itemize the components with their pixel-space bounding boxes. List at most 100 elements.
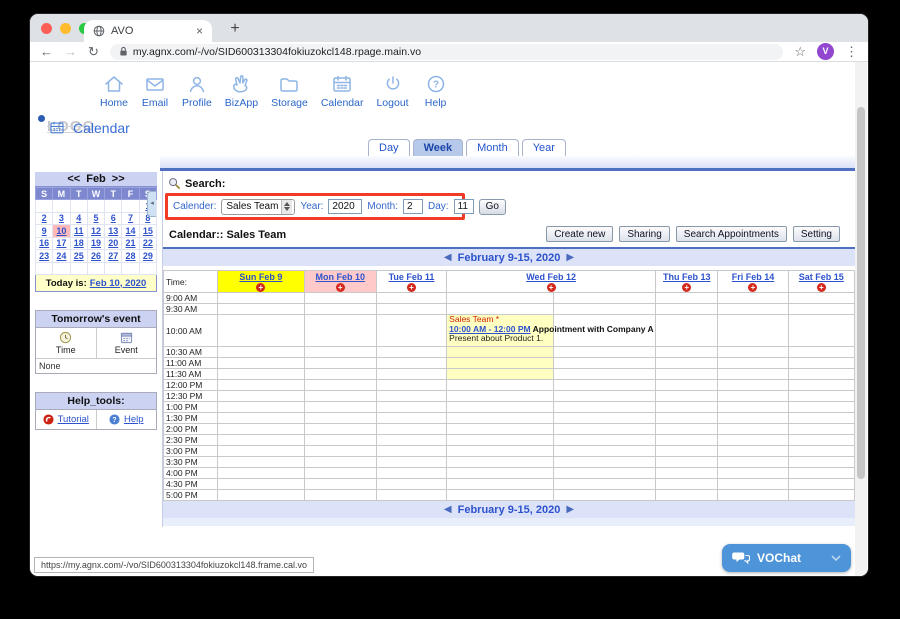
grid-cell[interactable] xyxy=(304,380,376,391)
grid-cell[interactable] xyxy=(788,479,854,490)
grid-cell[interactable] xyxy=(553,479,655,490)
grid-cell[interactable] xyxy=(718,457,788,468)
day-link[interactable]: Wed Feb 12 xyxy=(526,272,576,282)
grid-cell[interactable] xyxy=(718,413,788,424)
mini-cal-date-cell[interactable]: 16 xyxy=(36,237,53,250)
grid-cell[interactable] xyxy=(656,380,718,391)
grid-cell[interactable] xyxy=(553,293,655,304)
appointment-time-link[interactable]: 10:00 AM - 12:00 PM xyxy=(449,324,530,334)
mini-cal-date-link[interactable]: 15 xyxy=(143,226,153,236)
mini-cal-date-link[interactable]: 2 xyxy=(42,213,47,223)
grid-cell[interactable] xyxy=(718,446,788,457)
mini-cal-date-link[interactable]: 14 xyxy=(126,226,136,236)
grid-cell[interactable] xyxy=(718,490,788,501)
grid-cell[interactable] xyxy=(788,468,854,479)
grid-cell[interactable] xyxy=(718,380,788,391)
grid-cell[interactable] xyxy=(788,380,854,391)
grid-cell[interactable] xyxy=(788,391,854,402)
mini-cal-date-link[interactable]: 10 xyxy=(56,226,66,236)
grid-cell[interactable] xyxy=(376,413,446,424)
mini-cal-date-cell[interactable]: 21 xyxy=(122,237,139,250)
mini-cal-date-link[interactable]: 21 xyxy=(126,238,136,248)
new-tab-button[interactable]: + xyxy=(224,18,246,40)
grid-cell[interactable] xyxy=(304,304,376,315)
grid-cell[interactable] xyxy=(656,490,718,501)
mini-cal-date-link[interactable]: 18 xyxy=(74,238,84,248)
grid-cell[interactable] xyxy=(376,304,446,315)
grid-cell[interactable] xyxy=(553,391,655,402)
grid-cell[interactable] xyxy=(656,391,718,402)
grid-cell[interactable] xyxy=(718,304,788,315)
grid-cell[interactable] xyxy=(218,391,304,402)
grid-cell[interactable] xyxy=(376,380,446,391)
sharing-button[interactable]: Sharing xyxy=(619,226,669,242)
nav-item-profile[interactable]: Profile xyxy=(182,73,212,109)
grid-cell[interactable] xyxy=(218,315,304,347)
grid-cell[interactable] xyxy=(376,446,446,457)
grid-cell[interactable] xyxy=(718,369,788,380)
grid-cell[interactable] xyxy=(218,413,304,424)
grid-cell[interactable] xyxy=(447,380,553,391)
mini-cal-date-link[interactable]: 5 xyxy=(93,213,98,223)
browser-tab[interactable]: AVO × xyxy=(84,20,212,42)
mini-cal-date-cell[interactable]: 15 xyxy=(139,225,156,238)
mini-cal-date-link[interactable]: 23 xyxy=(39,251,49,261)
grid-cell[interactable] xyxy=(656,347,718,358)
grid-cell[interactable] xyxy=(553,446,655,457)
mini-cal-date-cell[interactable]: 19 xyxy=(87,237,104,250)
tutorial-link[interactable]: Tutorial xyxy=(58,414,89,425)
grid-cell[interactable] xyxy=(447,479,553,490)
grid-cell[interactable] xyxy=(218,435,304,446)
grid-cell[interactable] xyxy=(376,358,446,369)
mini-cal-date-link[interactable]: 27 xyxy=(108,251,118,261)
grid-cell[interactable] xyxy=(304,468,376,479)
grid-cell[interactable] xyxy=(788,490,854,501)
nav-item-storage[interactable]: Storage xyxy=(271,73,308,109)
mini-cal-date-link[interactable]: 7 xyxy=(128,213,133,223)
next-week-icon[interactable]: ▶ xyxy=(566,504,574,515)
sidebar-collapse-handle[interactable]: ◂ xyxy=(147,191,156,217)
grid-cell[interactable] xyxy=(447,446,553,457)
grid-cell[interactable] xyxy=(788,435,854,446)
mini-cal-date-link[interactable]: 11 xyxy=(74,226,84,236)
mini-cal-date-cell[interactable]: 24 xyxy=(53,250,70,263)
grid-cell[interactable] xyxy=(718,358,788,369)
grid-cell[interactable] xyxy=(218,446,304,457)
grid-cell[interactable] xyxy=(788,413,854,424)
forward-button[interactable]: → xyxy=(64,42,77,62)
grid-cell[interactable] xyxy=(553,347,655,358)
grid-cell[interactable] xyxy=(304,413,376,424)
mini-cal-date-cell[interactable]: 25 xyxy=(70,250,87,263)
minimize-window-button[interactable] xyxy=(60,23,71,34)
prev-week-icon[interactable]: ◀ xyxy=(444,504,452,515)
grid-cell[interactable] xyxy=(304,315,376,347)
mini-cal-date-link[interactable]: 3 xyxy=(59,213,64,223)
grid-cell[interactable] xyxy=(447,293,553,304)
grid-cell[interactable] xyxy=(304,402,376,413)
add-appointment-icon[interactable]: + xyxy=(817,283,826,292)
grid-cell[interactable] xyxy=(788,304,854,315)
grid-cell[interactable] xyxy=(218,293,304,304)
grid-cell[interactable] xyxy=(656,446,718,457)
mini-cal-date-cell[interactable]: 28 xyxy=(122,250,139,263)
scrollbar-thumb[interactable] xyxy=(857,107,865,479)
grid-cell[interactable] xyxy=(376,293,446,304)
grid-cell[interactable] xyxy=(447,304,553,315)
mini-cal-date-cell[interactable]: 2 xyxy=(36,212,53,225)
mini-cal-date-link[interactable]: 12 xyxy=(91,226,101,236)
grid-cell[interactable] xyxy=(376,315,446,347)
grid-cell[interactable] xyxy=(376,435,446,446)
grid-cell[interactable] xyxy=(788,457,854,468)
next-month-button[interactable]: >> xyxy=(112,173,125,185)
grid-cell[interactable] xyxy=(447,413,553,424)
grid-cell[interactable] xyxy=(218,457,304,468)
grid-cell[interactable] xyxy=(447,391,553,402)
add-appointment-icon[interactable]: + xyxy=(336,283,345,292)
grid-cell[interactable] xyxy=(218,358,304,369)
grid-cell[interactable] xyxy=(304,490,376,501)
mini-cal-date-link[interactable]: 4 xyxy=(76,213,81,223)
add-appointment-icon[interactable]: + xyxy=(748,283,757,292)
search-appointments-button[interactable]: Search Appointments xyxy=(676,226,787,242)
mini-cal-date-cell[interactable]: 11 xyxy=(70,225,87,238)
grid-cell[interactable] xyxy=(656,304,718,315)
